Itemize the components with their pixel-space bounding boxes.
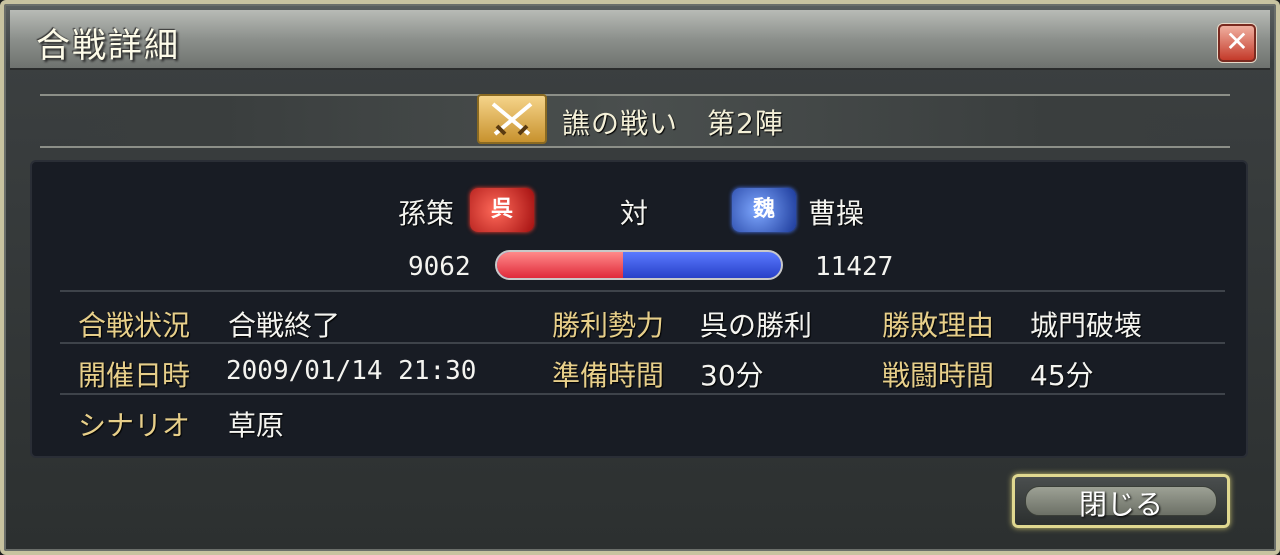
- prep-time-value: 30分: [700, 359, 764, 392]
- winner-label: 勝利勢力: [552, 309, 665, 342]
- winner-value: 呉の勝利: [700, 309, 813, 342]
- close-icon[interactable]: ✕: [1218, 24, 1256, 62]
- right-power: 11427: [815, 252, 894, 282]
- status-label: 合戦状況: [78, 309, 191, 342]
- left-power: 9062: [408, 252, 471, 282]
- window-title: 合戦詳細: [36, 26, 180, 66]
- status-value: 合戦終了: [228, 309, 341, 342]
- row-divider: [60, 342, 1225, 344]
- row-divider: [60, 290, 1225, 292]
- reason-label: 勝敗理由: [882, 309, 995, 342]
- close-button[interactable]: 閉じる: [1012, 474, 1230, 528]
- wu-faction-badge: 呉: [470, 188, 534, 232]
- left-commander: 孫策: [398, 197, 455, 230]
- wu-power-fill: [497, 252, 623, 278]
- right-commander: 曹操: [808, 197, 865, 230]
- crossed-swords-icon: [477, 94, 547, 144]
- power-balance-bar: [495, 250, 783, 280]
- wei-faction-badge: 魏: [732, 188, 796, 232]
- battle-time-label: 戦闘時間: [882, 359, 995, 392]
- date-label: 開催日時: [78, 359, 191, 392]
- date-value: 2009/01/14 21:30: [226, 356, 477, 386]
- battle-time-value: 45分: [1030, 359, 1094, 392]
- close-button-label: 閉じる: [1078, 488, 1163, 521]
- title-bar[interactable]: 合戦詳細 ✕: [10, 10, 1270, 70]
- scenario-label: シナリオ: [78, 409, 191, 442]
- versus-label: 対: [620, 197, 649, 230]
- prep-time-label: 準備時間: [552, 359, 665, 392]
- scenario-value: 草原: [228, 409, 285, 442]
- battle-name: 譙の戦い 第2陣: [562, 107, 784, 140]
- row-divider: [60, 393, 1225, 395]
- reason-value: 城門破壊: [1030, 309, 1143, 342]
